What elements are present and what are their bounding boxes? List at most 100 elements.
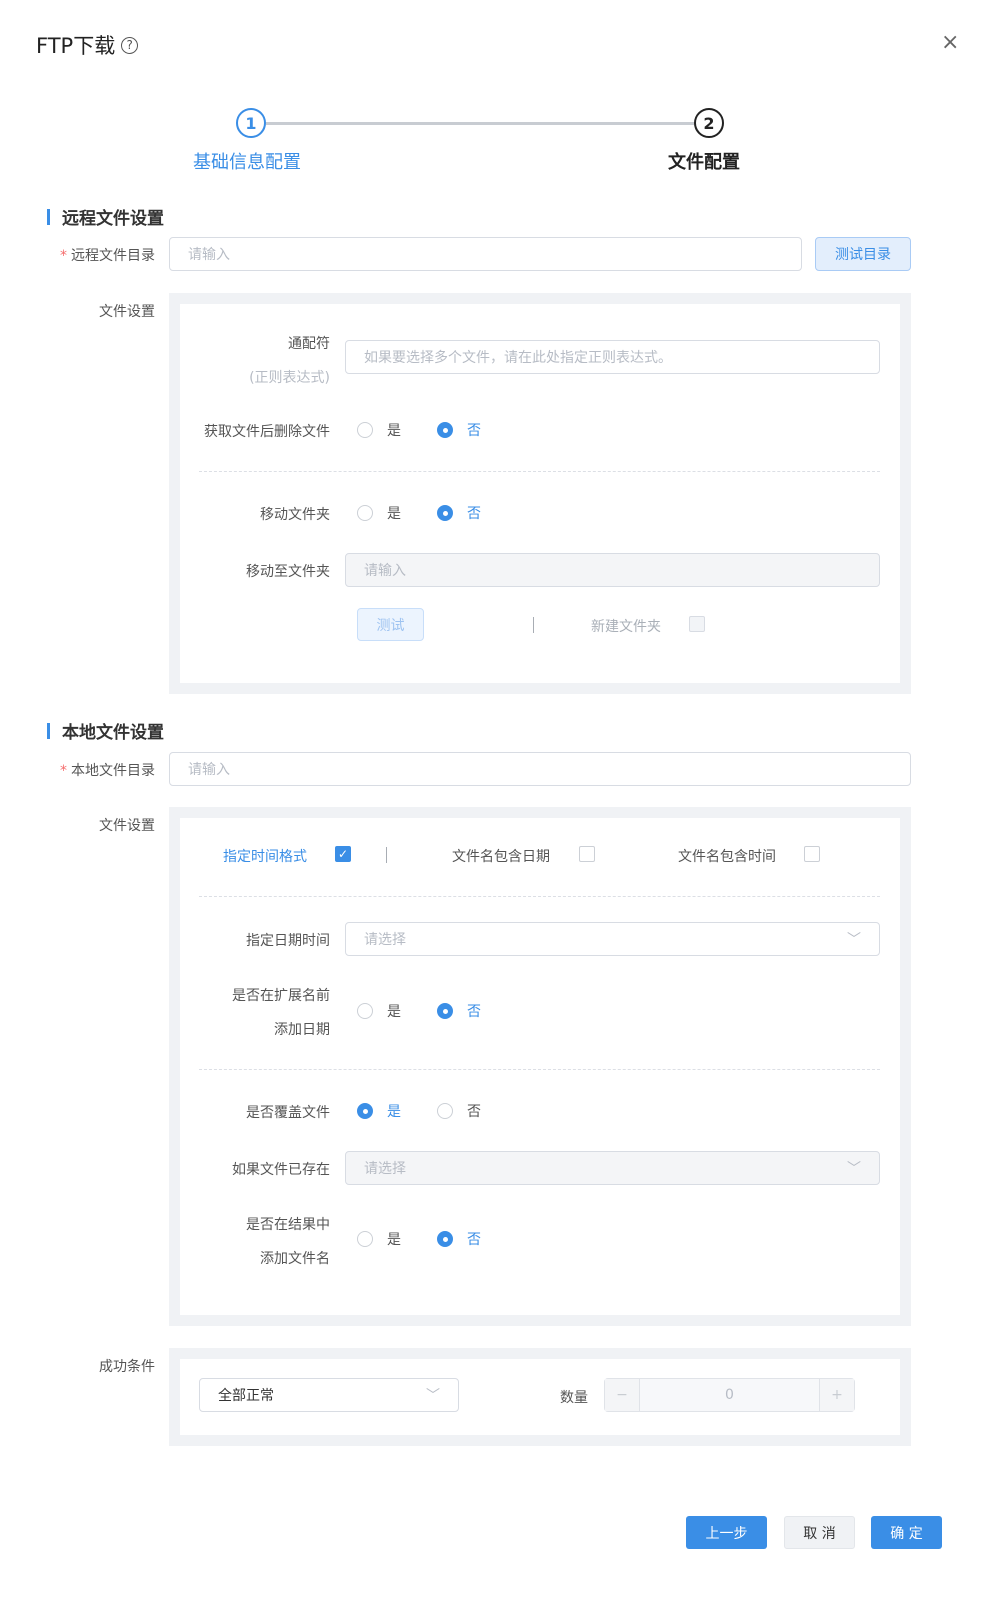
dialog-title-text: FTP下载 (36, 34, 116, 58)
radio-dot (357, 422, 373, 438)
move-folder-label: 移动文件夹 (260, 507, 330, 523)
if-exists-label: 如果文件已存在 (232, 1162, 330, 1178)
local-file-settings-inner (180, 818, 900, 1315)
delete-after-yes-radio[interactable]: 是 (357, 420, 401, 440)
count-stepper[interactable]: − 0 + (604, 1378, 855, 1412)
success-condition-value: 全部正常 (218, 1388, 274, 1404)
radio-dot (437, 1103, 453, 1119)
plus-icon[interactable]: + (820, 1379, 854, 1411)
count-value[interactable]: 0 (639, 1379, 820, 1411)
overwrite-label: 是否覆盖文件 (246, 1105, 330, 1121)
test-button[interactable]: 测试 (357, 608, 424, 641)
wildcard-input[interactable]: 如果要选择多个文件，请在此处指定正则表达式。 (345, 340, 880, 374)
divider (199, 1069, 880, 1070)
required-mark: * (60, 763, 67, 779)
local-dir-label: * 本地文件目录 (60, 760, 155, 780)
radio-dot (357, 1103, 373, 1119)
remote-section-title: 远程文件设置 (47, 204, 164, 229)
step-2-circle: 2 (694, 108, 724, 138)
prev-button[interactable]: 上一步 (686, 1516, 767, 1549)
check-icon: ✓ (337, 847, 349, 861)
radio-label: 否 (467, 506, 481, 522)
new-folder-checkbox[interactable] (689, 616, 705, 632)
name-includes-date-checkbox[interactable] (579, 846, 595, 862)
radio-label: 否 (467, 1104, 481, 1120)
radio-dot (357, 1003, 373, 1019)
delete-after-label: 获取文件后删除文件 (204, 424, 330, 440)
remote-file-settings-label: 文件设置 (99, 304, 155, 320)
divider (199, 471, 880, 472)
step-1-label: 基础信息配置 (193, 152, 301, 173)
radio-dot (437, 422, 453, 438)
move-folder-yes-radio[interactable]: 是 (357, 503, 401, 523)
remote-dir-placeholder: 请输入 (188, 247, 230, 263)
dialog-title: FTP下载 ? (36, 30, 139, 60)
select-placeholder: 请选择 (364, 1161, 406, 1177)
add-filename-label-line2: 添加文件名 (260, 1251, 330, 1267)
step-connector (266, 122, 694, 125)
local-dir-input[interactable]: 请输入 (169, 752, 911, 786)
divider (199, 896, 880, 897)
specify-time-format-label: 指定时间格式 (223, 849, 307, 865)
radio-label: 是 (387, 1004, 401, 1020)
radio-dot (357, 505, 373, 521)
name-includes-time-label: 文件名包含时间 (678, 849, 776, 865)
close-icon[interactable]: × (941, 30, 959, 55)
overwrite-yes-radio[interactable]: 是 (357, 1101, 401, 1121)
required-mark: * (60, 248, 67, 264)
new-folder-label: 新建文件夹 (591, 619, 661, 635)
wildcard-label: 通配符 (288, 336, 330, 352)
select-placeholder: 请选择 (364, 932, 406, 948)
before-ext-label-line2: 添加日期 (274, 1022, 330, 1038)
move-to-input[interactable]: 请输入 (345, 553, 880, 587)
radio-label: 是 (387, 1232, 401, 1248)
success-condition-select[interactable]: 全部正常 ﹀ (199, 1378, 459, 1412)
separator (386, 847, 387, 863)
if-exists-select[interactable]: 请选择 ﹀ (345, 1151, 880, 1185)
remote-dir-label: * 远程文件目录 (60, 245, 155, 265)
step-1-circle: 1 (236, 108, 266, 138)
local-file-settings-label: 文件设置 (99, 818, 155, 834)
radio-label: 否 (467, 1232, 481, 1248)
add-filename-label-line1: 是否在结果中 (246, 1217, 330, 1233)
local-dir-placeholder: 请输入 (188, 762, 230, 778)
test-dir-button[interactable]: 测试目录 (815, 237, 911, 271)
help-icon[interactable]: ? (121, 36, 139, 54)
radio-dot (437, 505, 453, 521)
radio-label: 否 (467, 423, 481, 439)
specify-time-format-checkbox[interactable]: ✓ (335, 846, 351, 862)
section-accent-bar (47, 722, 50, 739)
name-includes-date-label: 文件名包含日期 (452, 849, 550, 865)
chevron-down-icon: ﹀ (847, 1161, 861, 1177)
radio-label: 是 (387, 423, 401, 439)
radio-dot (437, 1003, 453, 1019)
count-label: 数量 (560, 1390, 588, 1406)
add-filename-no-radio[interactable]: 否 (437, 1229, 481, 1249)
overwrite-no-radio[interactable]: 否 (437, 1101, 481, 1121)
confirm-button[interactable]: 确 定 (871, 1516, 942, 1549)
name-includes-time-checkbox[interactable] (804, 846, 820, 862)
add-filename-yes-radio[interactable]: 是 (357, 1229, 401, 1249)
chevron-down-icon: ﹀ (847, 932, 861, 948)
cancel-button[interactable]: 取 消 (784, 1516, 855, 1549)
remote-dir-input[interactable]: 请输入 (169, 237, 802, 271)
before-ext-yes-radio[interactable]: 是 (357, 1001, 401, 1021)
before-ext-no-radio[interactable]: 否 (437, 1001, 481, 1021)
minus-icon[interactable]: − (605, 1379, 639, 1411)
local-section-title-text: 本地文件设置 (62, 723, 164, 743)
local-dir-label-text: 本地文件目录 (71, 763, 155, 779)
delete-after-no-radio[interactable]: 否 (437, 420, 481, 440)
remote-dir-label-text: 远程文件目录 (71, 248, 155, 264)
radio-label: 是 (387, 506, 401, 522)
before-ext-label-line1: 是否在扩展名前 (232, 988, 330, 1004)
specify-datetime-label: 指定日期时间 (246, 933, 330, 949)
local-section-title: 本地文件设置 (47, 718, 164, 743)
chevron-down-icon: ﹀ (426, 1388, 440, 1404)
move-folder-no-radio[interactable]: 否 (437, 503, 481, 523)
specify-datetime-select[interactable]: 请选择 ﹀ (345, 922, 880, 956)
radio-dot (357, 1231, 373, 1247)
wildcard-placeholder: 如果要选择多个文件，请在此处指定正则表达式。 (364, 350, 672, 366)
section-accent-bar (47, 208, 50, 225)
step-2-label: 文件配置 (668, 152, 740, 173)
radio-dot (437, 1231, 453, 1247)
